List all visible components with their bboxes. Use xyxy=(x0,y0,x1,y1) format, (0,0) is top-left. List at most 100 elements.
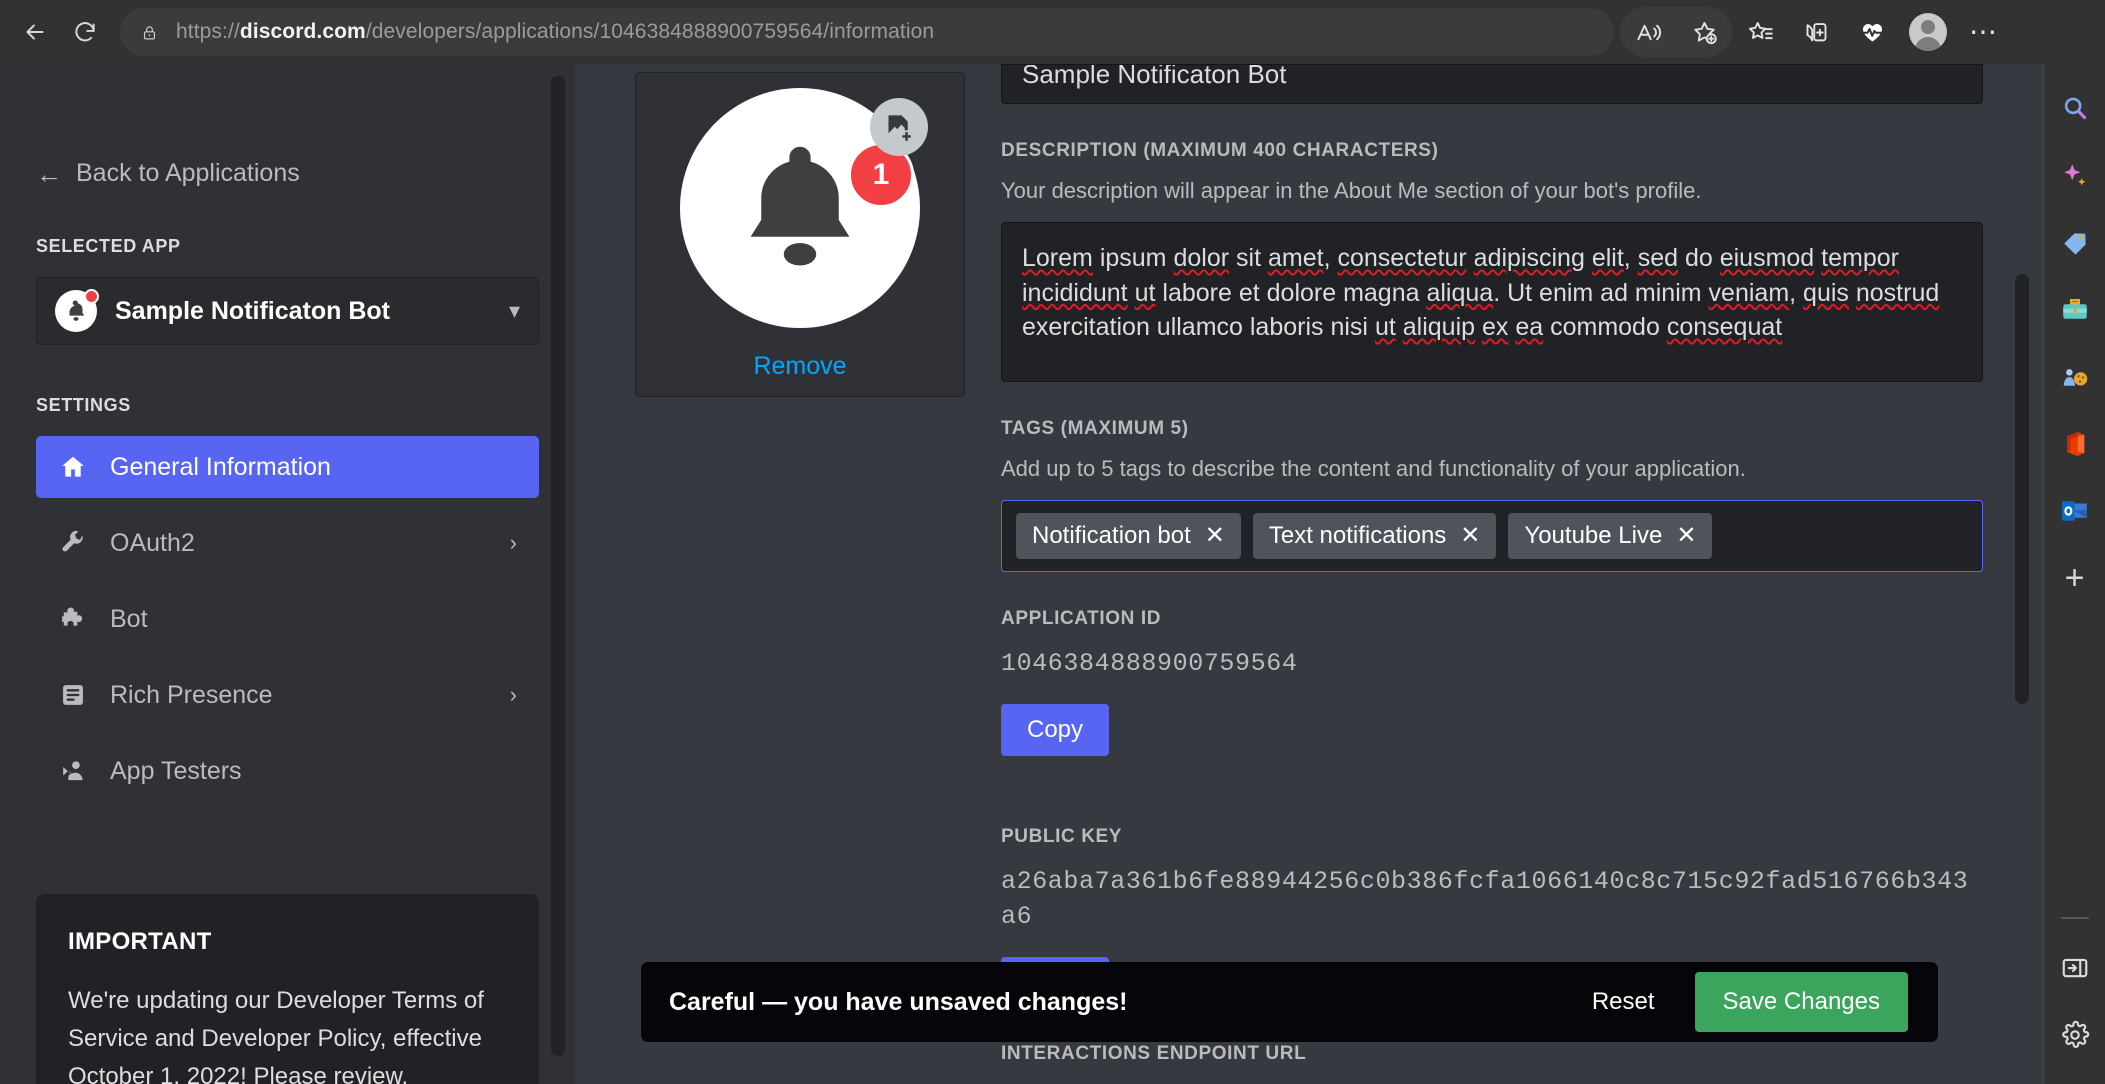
back-arrow-icon: ← xyxy=(36,158,62,189)
tags-input[interactable]: Notification bot ✕ Text notifications ✕ … xyxy=(1001,500,1983,572)
image-upload-button[interactable] xyxy=(870,98,928,156)
public-key-label: PUBLIC KEY xyxy=(1001,825,1123,847)
shopping-button[interactable] xyxy=(2052,220,2098,266)
image-upload-icon xyxy=(888,114,911,141)
tag-label: Youtube Live xyxy=(1524,522,1663,549)
reload-button[interactable] xyxy=(60,7,110,57)
bell-icon xyxy=(67,300,85,321)
sidebar-scrollbar[interactable] xyxy=(551,76,565,1056)
sidebar-item-oauth2[interactable]: OAuth2 › xyxy=(36,512,539,574)
description-value: Lorem ipsum dolor sit amet, consectetur … xyxy=(1022,244,1940,341)
selected-app-heading: SELECTED APP xyxy=(36,236,181,256)
wrench-icon xyxy=(58,528,88,558)
remove-tag-icon[interactable]: ✕ xyxy=(1205,524,1225,548)
sidebar-item-bot[interactable]: Bot xyxy=(36,588,539,650)
collections-button[interactable] xyxy=(1788,7,1844,57)
favorites-button[interactable] xyxy=(1732,7,1788,57)
app-sidebar: ← Back to Applications SELECTED APP Samp… xyxy=(0,64,575,1084)
settings-gear-icon xyxy=(2061,1020,2089,1048)
outlook-button[interactable] xyxy=(2052,488,2098,534)
chevron-down-icon: ▾ xyxy=(508,298,520,323)
app-name-input[interactable]: Sample Notificaton Bot xyxy=(1001,64,1983,104)
read-aloud-icon xyxy=(1636,24,1661,40)
reset-button[interactable]: Reset xyxy=(1592,988,1655,1016)
remove-tag-icon[interactable]: ✕ xyxy=(1460,524,1480,548)
copy-application-id-button[interactable]: Copy xyxy=(1001,703,1110,756)
discover-sparkle-icon xyxy=(2063,164,2085,186)
office-button[interactable] xyxy=(2052,421,2098,467)
discover-button[interactable] xyxy=(2052,153,2098,199)
unsaved-changes-message: Careful — you have unsaved changes! xyxy=(669,987,1128,1016)
selected-app-name: Sample Notificaton Bot xyxy=(115,296,391,325)
browser-essentials-button[interactable] xyxy=(1844,7,1900,57)
chevron-right-icon: › xyxy=(509,530,517,555)
home-icon xyxy=(58,452,88,482)
remove-icon-link[interactable]: Remove xyxy=(753,352,846,381)
puzzle-icon xyxy=(58,604,88,634)
settings-heading: SETTINGS xyxy=(36,395,131,415)
sidebar-item-general-information[interactable]: General Information xyxy=(36,436,539,498)
fields-column: Sample Notificaton Bot DESCRIPTION (MAXI… xyxy=(1001,64,1983,1084)
back-arrow-icon xyxy=(26,24,44,40)
sidebar-item-app-testers[interactable]: App Testers xyxy=(36,740,539,802)
back-to-applications-label: Back to Applications xyxy=(76,159,300,187)
main-content: 1 Remove Sample Notificaton Bot DESCRIPT… xyxy=(575,64,2043,1084)
search-icon xyxy=(2064,97,2086,120)
add-favorite-button[interactable] xyxy=(1676,7,1732,57)
collapse-panel-icon xyxy=(2062,958,2087,978)
address-bar[interactable]: https://discord.com/developers/applicati… xyxy=(120,8,1614,56)
public-key-value: a26aba7a361b6fe88944256c0b386fcfa1066140… xyxy=(1001,866,1969,932)
save-changes-button[interactable]: Save Changes xyxy=(1694,972,1908,1032)
search-button[interactable] xyxy=(2052,86,2098,132)
remove-tag-icon[interactable]: ✕ xyxy=(1676,524,1696,548)
games-button[interactable] xyxy=(2052,354,2098,400)
tag-chip: Notification bot ✕ xyxy=(1016,513,1241,559)
tag-label: Notification bot xyxy=(1032,522,1191,549)
collapse-panel-button[interactable] xyxy=(2052,945,2098,991)
status-badge xyxy=(84,289,99,304)
description-textarea[interactable]: Lorem ipsum dolor sit amet, consectetur … xyxy=(1001,222,1983,382)
sidebar-item-label: App Testers xyxy=(110,756,242,785)
reload-icon xyxy=(75,22,95,42)
lock-icon xyxy=(136,19,162,45)
tools-icon xyxy=(2062,299,2087,319)
outlook-icon xyxy=(2061,501,2087,521)
app-icon-card: 1 Remove xyxy=(635,72,965,397)
back-to-applications-link[interactable]: ← Back to Applications xyxy=(36,159,539,188)
main-scrollbar[interactable] xyxy=(2015,274,2029,704)
description-label: DESCRIPTION (MAXIMUM 400 CHARACTERS) xyxy=(1001,140,1439,161)
chevron-right-icon: › xyxy=(509,682,517,707)
profile-button[interactable] xyxy=(1900,7,1956,57)
important-notice: IMPORTANT We're updating our Developer T… xyxy=(36,894,539,1084)
add-sidebar-button[interactable]: + xyxy=(2052,555,2098,601)
office-icon xyxy=(2066,432,2084,456)
favorites-icon xyxy=(1748,21,1773,39)
screenshot-root: https://discord.com/developers/applicati… xyxy=(0,0,2105,1084)
back-button[interactable] xyxy=(10,7,60,57)
unsaved-changes-toast: Careful — you have unsaved changes! Rese… xyxy=(641,962,1938,1042)
shopping-tag-icon xyxy=(2063,233,2086,255)
discord-developer-portal: ← Back to Applications SELECTED APP Samp… xyxy=(0,64,2043,1084)
settings-button[interactable] xyxy=(2052,1012,2098,1058)
settings-more-button[interactable]: ⋯ xyxy=(1956,7,2012,57)
profile-avatar xyxy=(1909,13,1947,51)
read-aloud-button[interactable] xyxy=(1620,7,1676,57)
app-selector-dropdown[interactable]: Sample Notificaton Bot ▾ xyxy=(36,277,539,345)
tools-button[interactable] xyxy=(2052,287,2098,333)
interactions-endpoint-help: You can optionally configure an interact… xyxy=(1001,1079,1983,1084)
sidebar-divider xyxy=(2060,917,2089,919)
tag-chip: Youtube Live ✕ xyxy=(1508,513,1713,559)
app-icon: 1 xyxy=(680,88,928,328)
collections-icon xyxy=(1806,22,1826,41)
description-help: Your description will appear in the Abou… xyxy=(1001,178,1702,203)
person-icon xyxy=(58,756,88,786)
settings-more-icon: ⋯ xyxy=(1969,16,1999,47)
document-icon xyxy=(58,680,88,710)
bell-icon xyxy=(750,146,850,266)
url-text: https://discord.com/developers/applicati… xyxy=(176,20,935,43)
sidebar-item-rich-presence[interactable]: Rich Presence › xyxy=(36,664,539,726)
edge-sidebar: + xyxy=(2043,64,2105,1084)
top-section: 1 Remove Sample Notificaton Bot DESCRIPT… xyxy=(635,64,1983,1084)
tags-label: TAGS (MAXIMUM 5) xyxy=(1001,418,1189,439)
application-id-label: APPLICATION ID xyxy=(1001,608,1162,629)
